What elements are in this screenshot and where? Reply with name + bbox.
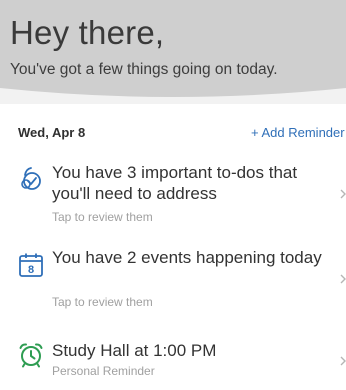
alarm-clock-icon	[19, 343, 43, 368]
reminder-item[interactable]: Study Hall at 1:00 PM Personal Reminder	[0, 326, 346, 390]
chevron-right-icon	[340, 356, 346, 366]
events-summary-title: You have 2 events happening today	[52, 248, 322, 267]
date-row: Wed, Apr 8 + Add Reminder	[0, 104, 346, 152]
date-label: Wed, Apr 8	[18, 125, 86, 140]
chevron-right-icon	[340, 274, 346, 284]
calendar-icon-day: 8	[28, 264, 34, 276]
calendar-icon: 8	[19, 253, 43, 277]
todo-summary-title: You have 3 important to-dos that you'll …	[52, 163, 298, 203]
add-reminder-button[interactable]: + Add Reminder	[251, 125, 345, 140]
header: Hey there, You've got a few things going…	[0, 0, 346, 100]
reminder-title: Study Hall at 1:00 PM	[52, 341, 217, 360]
reminder-subtitle: Personal Reminder	[52, 364, 155, 378]
events-summary-subtitle: Tap to review them	[52, 295, 153, 309]
todo-summary-item[interactable]: You have 3 important to-dos that you'll …	[0, 152, 346, 234]
todo-icon	[21, 167, 41, 190]
agenda-card: Wed, Apr 8 + Add Reminder You have 3 imp…	[0, 104, 346, 390]
greeting-title: Hey there,	[10, 14, 165, 51]
greeting-subtitle: You've got a few things going on today.	[10, 61, 278, 78]
chevron-right-icon	[340, 189, 346, 199]
events-summary-item[interactable]: 8 You have 2 events happening today Tap …	[0, 234, 346, 326]
todo-summary-subtitle: Tap to review them	[52, 210, 153, 224]
